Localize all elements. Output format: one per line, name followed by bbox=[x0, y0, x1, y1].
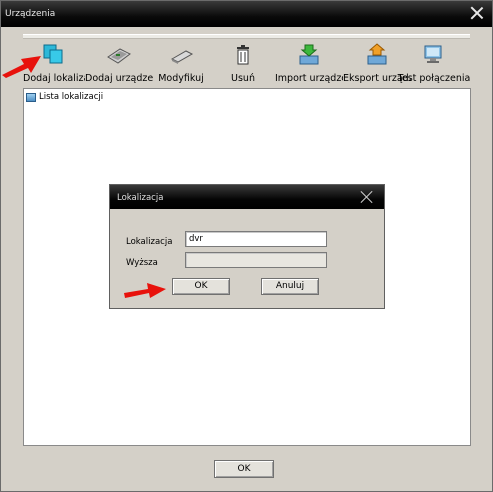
test-connection-button[interactable]: Test połączenia bbox=[397, 41, 471, 87]
dialog-ok-button[interactable]: OK bbox=[172, 278, 230, 295]
add-device-icon bbox=[107, 48, 131, 64]
export-icon bbox=[367, 43, 387, 65]
add-location-icon bbox=[43, 44, 63, 64]
window-titlebar[interactable]: Urządzenia bbox=[1, 1, 492, 27]
tree-root-item[interactable]: Lista lokalizacji bbox=[26, 91, 103, 103]
delete-button[interactable]: Usuń bbox=[219, 41, 267, 87]
parent-label: Wyższa bbox=[126, 258, 158, 268]
window-close-icon[interactable] bbox=[470, 6, 484, 20]
import-devices-button[interactable]: Import urządzeń bbox=[275, 41, 343, 87]
toolbar-strip bbox=[23, 34, 470, 39]
modify-icon bbox=[170, 50, 194, 64]
modify-button[interactable]: Modyfikuj bbox=[153, 41, 209, 87]
parent-input bbox=[185, 252, 327, 268]
toolbar: Dodaj lokalizację Dodaj urządzenie Modyf… bbox=[23, 41, 471, 87]
red-arrow-annotation-ok bbox=[124, 283, 166, 298]
test-connection-icon bbox=[424, 45, 442, 63]
dialog-cancel-button[interactable]: Anuluj bbox=[261, 278, 319, 295]
dialog-titlebar[interactable]: Lokalizacja bbox=[110, 185, 384, 209]
tree-root-label: Lista lokalizacji bbox=[39, 92, 104, 102]
location-list-icon bbox=[26, 92, 36, 102]
add-device-button[interactable]: Dodaj urządzenie bbox=[85, 41, 153, 87]
trash-icon bbox=[237, 45, 249, 65]
import-icon bbox=[299, 44, 319, 65]
ok-button[interactable]: OK bbox=[214, 460, 274, 478]
location-input[interactable] bbox=[185, 231, 327, 247]
dialog-title: Lokalizacja bbox=[117, 193, 164, 203]
location-label: Lokalizacja bbox=[126, 237, 173, 247]
red-arrow-annotation bbox=[2, 56, 41, 78]
window-title: Urządzenia bbox=[5, 9, 56, 19]
dialog-close-icon[interactable] bbox=[360, 190, 374, 204]
